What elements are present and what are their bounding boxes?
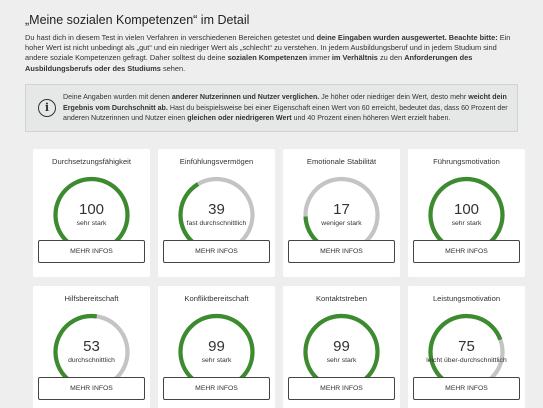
result-card: Kontaktstreben 99 sehr stark MEHR INFOS	[283, 286, 400, 408]
info-segment: Deine Angaben wurden mit denen	[63, 93, 172, 101]
intro-segment: sozialen Kompetenzen	[227, 53, 308, 63]
score-value: 100	[78, 201, 105, 218]
more-info-button[interactable]: MEHR INFOS	[163, 377, 270, 400]
more-info-button[interactable]: MEHR INFOS	[163, 240, 270, 263]
result-card: Hilfsbereitschaft 53 durchschnittlich MEHR …	[33, 286, 150, 408]
intro-segment: immer	[307, 53, 332, 63]
score-value: 17	[333, 201, 350, 218]
intro-segment: deine Eingaben wurden ausgewertet. Beach…	[316, 33, 498, 42]
score-label: leicht über-durchschnittlich	[426, 357, 507, 364]
score-label: weniger stark	[321, 220, 362, 227]
result-card: Emotionale Stabilität 17 weniger stark MEHR…	[283, 149, 400, 277]
score-label: fast durchschnittlich	[186, 220, 247, 227]
more-info-button[interactable]: MEHR INFOS	[38, 377, 145, 400]
info-box: i Deine Angaben wurden mit denen anderer…	[25, 84, 518, 132]
score-value: 75	[458, 338, 475, 355]
result-card: Durchsetzungsfähigkeit 100 sehr stark MEHR …	[33, 149, 150, 277]
score-value: 99	[333, 338, 350, 355]
more-info-button[interactable]: MEHR INFOS	[288, 377, 395, 400]
intro-segment: zu den	[377, 53, 405, 63]
result-card: Einfühlungsvermögen 39 fast durchschnittli…	[158, 149, 275, 277]
result-card: Führungsmotivation 100 sehr stark MEHR INFO…	[408, 149, 525, 277]
score-value: 39	[208, 201, 225, 218]
more-info-button[interactable]: MEHR INFOS	[413, 240, 520, 263]
info-segment: und 40 Prozent einen höheren Wert erziel…	[291, 114, 451, 122]
card-title: Durchsetzungsfähigkeit	[52, 157, 131, 166]
info-segment: Je höher oder niedriger dein Wert, desto…	[319, 93, 469, 101]
score-label: sehr stark	[326, 357, 357, 364]
info-text: Deine Angaben wurden mit denen anderer N…	[63, 92, 508, 124]
score-label: sehr stark	[76, 220, 107, 227]
score-label: sehr stark	[451, 220, 482, 227]
result-card: Leistungsmotivation 75 leicht über-durchsc…	[408, 286, 525, 408]
result-card: Konfliktbereitschaft 99 sehr stark MEHR INF…	[158, 286, 275, 408]
intro-segment: im Verhältnis	[331, 53, 378, 63]
intro-segment: sehen.	[160, 63, 186, 73]
page: „Meine sozialen Kompetenzen“ im Detail D…	[0, 0, 543, 408]
card-title: Konfliktbereitschaft	[184, 294, 249, 303]
card-title: Hilfsbereitschaft	[64, 294, 119, 303]
card-title: Führungsmotivation	[433, 157, 500, 166]
info-segment: anderer Nutzerinnen und Nutzer vergliche…	[171, 93, 320, 101]
page-title: „Meine sozialen Kompetenzen“ im Detail	[25, 13, 250, 27]
score-label: sehr stark	[201, 357, 232, 364]
card-title: Einfühlungsvermögen	[179, 157, 254, 166]
more-info-button[interactable]: MEHR INFOS	[413, 377, 520, 400]
more-info-button[interactable]: MEHR INFOS	[38, 240, 145, 263]
score-value: 99	[208, 338, 225, 355]
card-title: Emotionale Stabilität	[306, 157, 377, 166]
score-value: 53	[83, 338, 100, 355]
intro-text: Du hast dich in diesem Test in vielen Ve…	[25, 33, 520, 74]
info-icon: i	[38, 99, 56, 117]
info-segment: gleichen oder niedrigeren Wert	[187, 114, 292, 122]
card-title: Leistungsmotivation	[432, 294, 501, 303]
card-title: Kontaktstreben	[315, 294, 368, 303]
score-label: durchschnittlich	[68, 357, 115, 364]
more-info-button[interactable]: MEHR INFOS	[288, 240, 395, 263]
score-value: 100	[453, 201, 480, 218]
intro-segment: Du hast dich in diesem Test in vielen Ve…	[25, 33, 317, 42]
